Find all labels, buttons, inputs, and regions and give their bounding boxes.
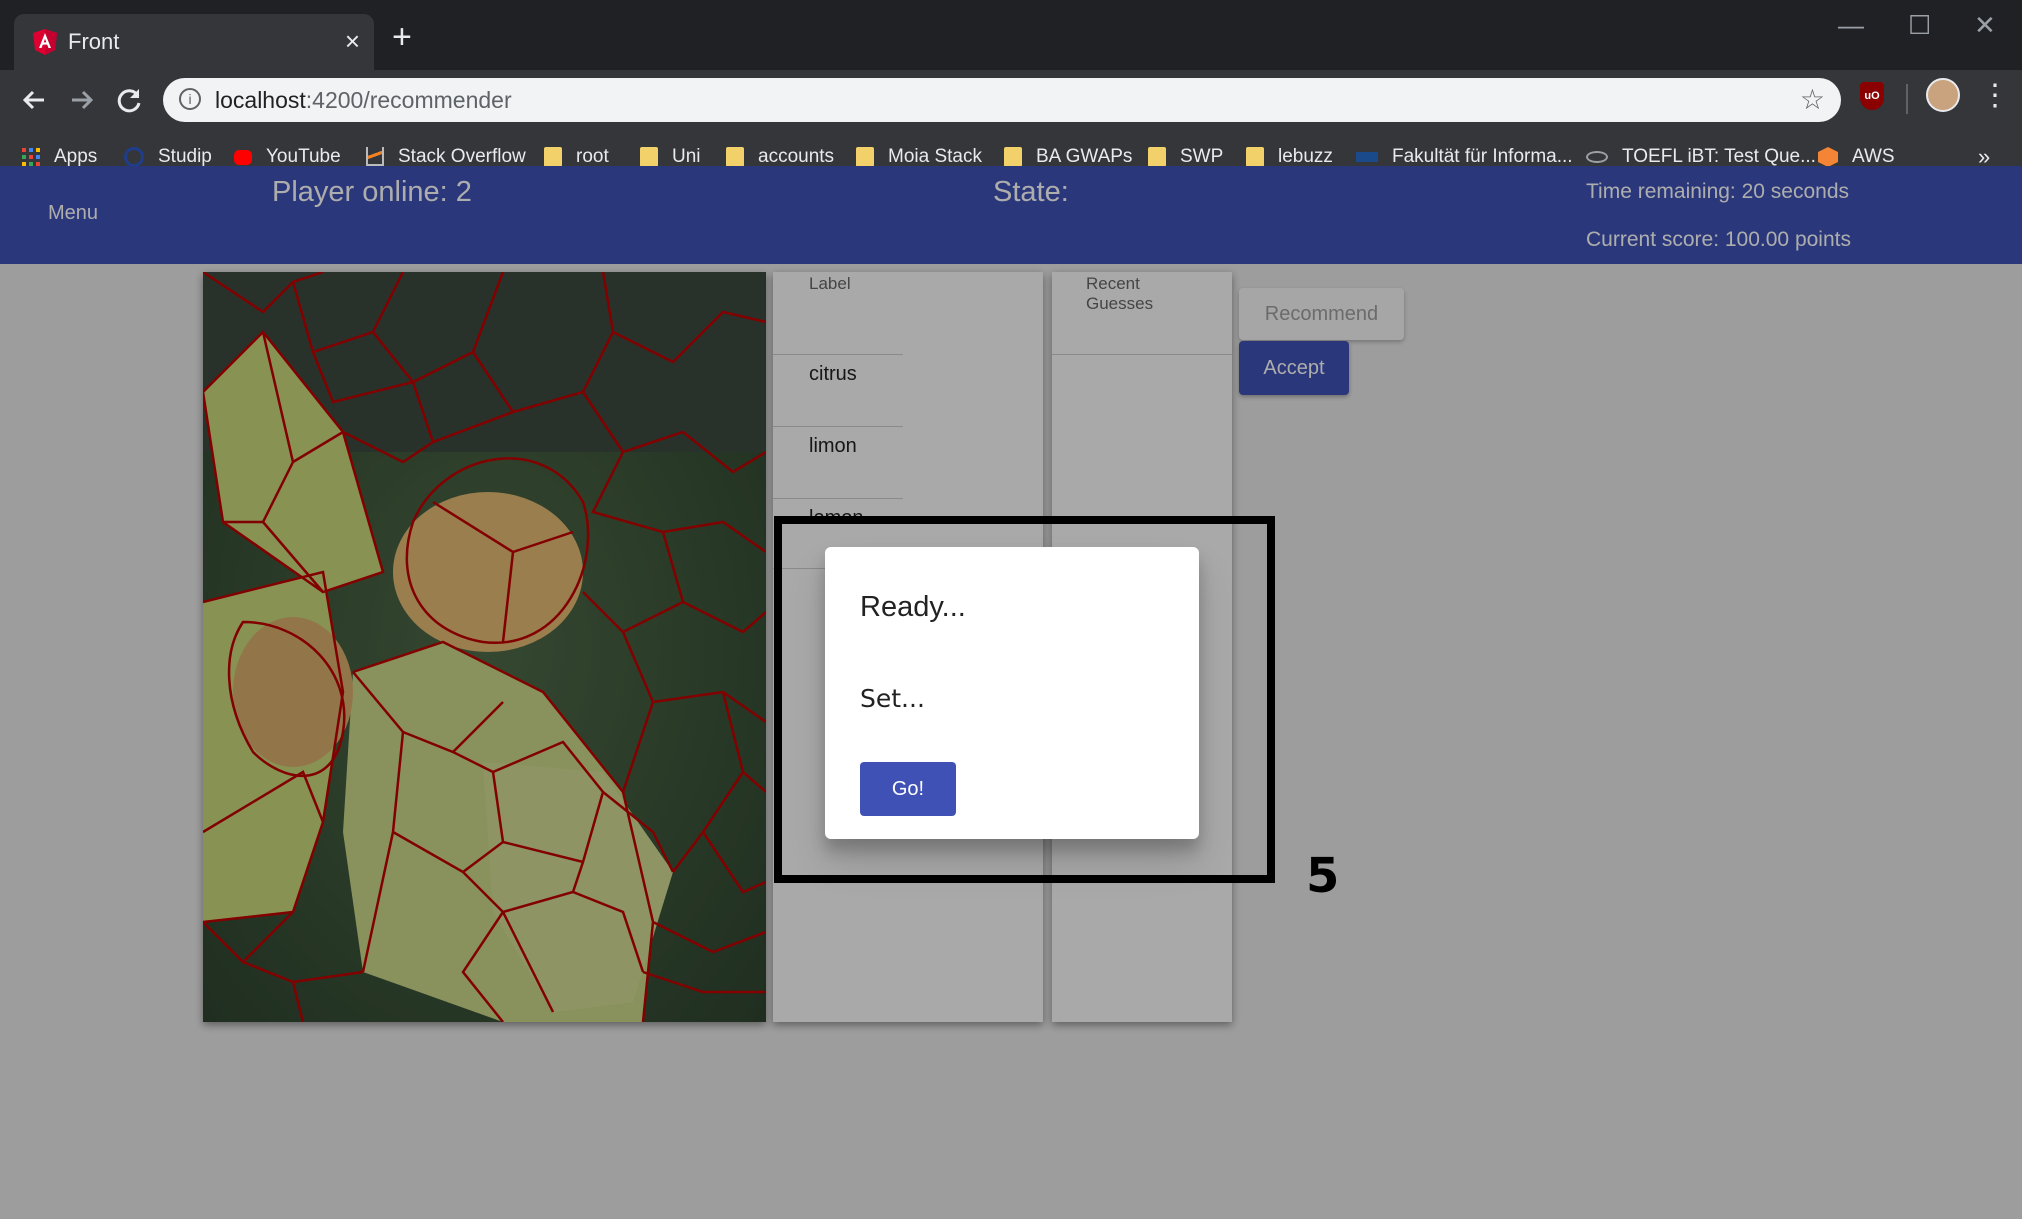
bookmark-label: AWS <box>1852 146 1895 167</box>
url-path: :4200/recommender <box>305 87 512 113</box>
browser-tab[interactable]: Front × <box>14 14 374 70</box>
reload-icon[interactable] <box>108 78 152 122</box>
forward-icon[interactable] <box>60 78 104 122</box>
maximize-icon[interactable]: ☐ <box>1908 10 1931 40</box>
bookmark-label: SWP <box>1180 146 1224 167</box>
university-icon <box>1356 152 1378 162</box>
bookmark-label: YouTube <box>266 146 341 167</box>
go-button[interactable]: Go! <box>860 762 956 816</box>
bookmark-label: Moia Stack <box>888 146 982 167</box>
youtube-icon <box>234 149 252 165</box>
ready-dialog: Ready... Set... Go! <box>825 547 1199 839</box>
ublock-extension-icon[interactable]: uO <box>1860 82 1884 110</box>
toolbar-divider <box>1906 84 1908 114</box>
bookmark-label: BA GWAPs <box>1036 146 1133 167</box>
apps-grid-icon <box>22 148 40 166</box>
annotation-number: 5 <box>1306 848 1340 904</box>
bookmark-label: Apps <box>54 146 98 167</box>
browser-toolbar: i localhost:4200/recommender ☆ uO ⋮ <box>0 70 2022 134</box>
folder-icon <box>640 147 658 167</box>
tab-close-icon[interactable]: × <box>345 26 360 56</box>
window-close-icon[interactable]: ✕ <box>1974 10 1996 40</box>
folder-icon <box>856 147 874 167</box>
browser-menu-icon[interactable]: ⋮ <box>1980 76 2010 116</box>
studip-icon <box>124 147 144 167</box>
bookmark-label: accounts <box>758 146 835 167</box>
folder-icon <box>1246 147 1264 167</box>
new-tab-icon[interactable]: + <box>392 20 412 54</box>
folder-icon <box>1004 147 1022 167</box>
browser-tab-strip: Front × + — ☐ ✕ <box>0 0 2022 70</box>
folder-icon <box>726 147 744 167</box>
bookmark-label: TOEFL iBT: Test Que... <box>1622 146 1816 167</box>
aws-cube-icon <box>1818 147 1838 167</box>
folder-icon <box>1148 147 1166 167</box>
bookmark-label: Studip <box>158 146 212 167</box>
globe-icon <box>1586 151 1608 163</box>
angular-icon <box>33 29 57 55</box>
back-icon[interactable] <box>12 78 56 122</box>
bookmark-label: root <box>576 146 609 167</box>
address-bar[interactable]: i localhost:4200/recommender ☆ <box>163 78 1841 122</box>
site-info-icon[interactable]: i <box>179 88 201 110</box>
dialog-set-text: Set... <box>860 684 925 713</box>
folder-icon <box>544 147 562 167</box>
minimize-icon[interactable]: — <box>1838 10 1864 40</box>
bookmark-label: lebuzz <box>1278 146 1333 167</box>
bookmark-label: Stack Overflow <box>398 146 526 167</box>
bookmark-label: Fakultät für Informa... <box>1392 146 1573 167</box>
tab-title: Front <box>68 29 120 54</box>
url-text: localhost:4200/recommender <box>215 78 512 122</box>
bookmark-label: Uni <box>672 146 701 167</box>
bookmark-star-icon[interactable]: ☆ <box>1800 78 1825 122</box>
stack-overflow-icon <box>366 147 384 167</box>
profile-avatar[interactable] <box>1926 78 1960 112</box>
url-host: localhost <box>215 87 306 113</box>
dialog-title: Ready... <box>860 591 966 623</box>
